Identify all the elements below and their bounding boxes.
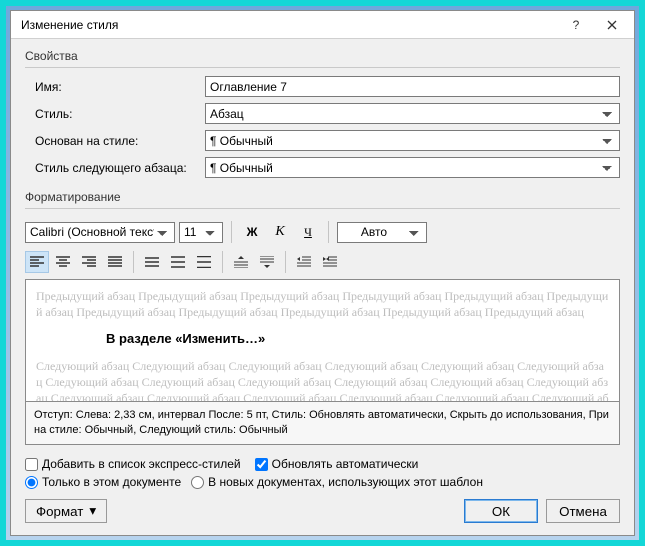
help-button[interactable]: ? <box>558 13 594 37</box>
line-spacing-2-button[interactable] <box>192 251 216 273</box>
new-docs-radio[interactable]: В новых документах, использующих этот ша… <box>191 475 483 489</box>
close-icon <box>607 20 617 30</box>
divider <box>25 208 620 209</box>
divider <box>25 67 620 68</box>
paragraph-toolbar <box>25 251 620 273</box>
dialog-title: Изменение стиля <box>21 18 558 32</box>
add-quick-styles-checkbox[interactable]: Добавить в список экспресс-стилей <box>25 457 241 471</box>
bold-button[interactable]: Ж <box>240 221 264 243</box>
space-before-inc-button[interactable] <box>229 251 253 273</box>
based-on-select[interactable]: ¶ Обычный <box>205 130 620 151</box>
modify-style-dialog: Изменение стиля ? Свойства Имя: Стиль: А… <box>10 10 635 536</box>
close-button[interactable] <box>594 13 630 37</box>
preview-after-text: Следующий абзац Следующий абзац Следующи… <box>36 358 609 402</box>
formatting-toolbar: Calibri (Основной текст) 11 Ж К Ч Авто <box>25 221 620 243</box>
italic-button[interactable]: К <box>268 221 292 243</box>
align-center-button[interactable] <box>51 251 75 273</box>
align-right-button[interactable] <box>77 251 101 273</box>
format-menu-button[interactable]: Формат ▾ <box>25 499 107 523</box>
titlebar: Изменение стиля ? <box>11 11 634 39</box>
group-properties-label: Свойства <box>25 49 620 63</box>
font-color-select[interactable]: Авто <box>337 222 427 243</box>
cancel-button[interactable]: Отмена <box>546 499 620 523</box>
auto-update-checkbox[interactable]: Обновлять автоматически <box>255 457 419 471</box>
style-description: Отступ: Слева: 2,33 см, интервал После: … <box>25 402 620 445</box>
style-type-label: Стиль: <box>25 107 205 121</box>
name-input[interactable] <box>205 76 620 97</box>
ok-button[interactable]: ОК <box>464 499 538 523</box>
indent-increase-button[interactable] <box>318 251 342 273</box>
font-size-select[interactable]: 11 <box>179 222 223 243</box>
indent-decrease-button[interactable] <box>292 251 316 273</box>
align-left-button[interactable] <box>25 251 49 273</box>
name-label: Имя: <box>25 80 205 94</box>
underline-button[interactable]: Ч <box>296 221 320 243</box>
preview-sample-text: В разделе «Изменить…» <box>106 330 609 348</box>
line-spacing-15-button[interactable] <box>166 251 190 273</box>
line-spacing-1-button[interactable] <box>140 251 164 273</box>
style-type-select[interactable]: Абзац <box>205 103 620 124</box>
align-justify-button[interactable] <box>103 251 127 273</box>
preview-before-text: Предыдущий абзац Предыдущий абзац Предыд… <box>36 288 609 320</box>
next-style-select[interactable]: ¶ Обычный <box>205 157 620 178</box>
preview-pane: Предыдущий абзац Предыдущий абзац Предыд… <box>25 279 620 402</box>
font-name-select[interactable]: Calibri (Основной текст) <box>25 222 175 243</box>
next-style-label: Стиль следующего абзаца: <box>25 161 205 175</box>
chevron-down-icon: ▾ <box>89 503 96 519</box>
space-before-dec-button[interactable] <box>255 251 279 273</box>
only-this-doc-radio[interactable]: Только в этом документе <box>25 475 181 489</box>
group-formatting-label: Форматирование <box>25 190 620 204</box>
based-on-label: Основан на стиле: <box>25 134 205 148</box>
